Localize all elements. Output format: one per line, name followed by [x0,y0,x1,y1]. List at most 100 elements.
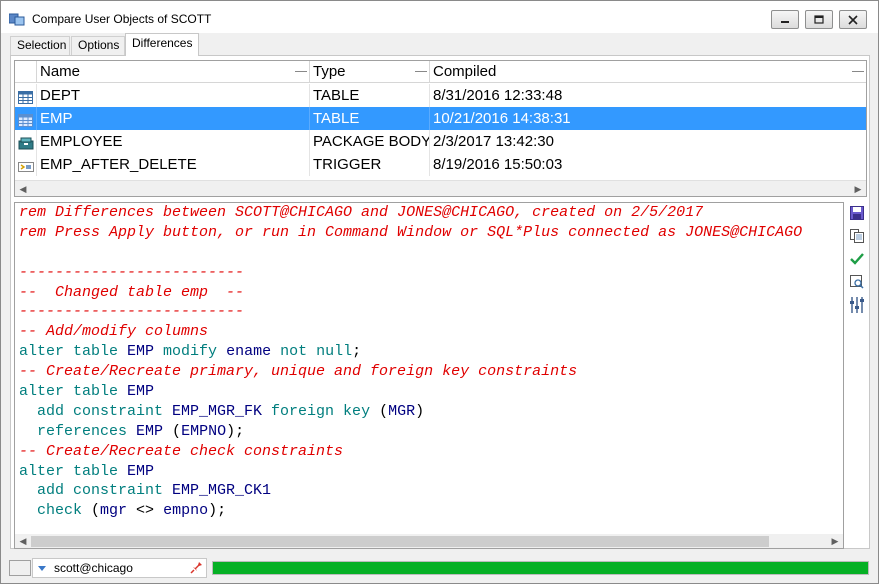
code-token: ------------------------- [19,263,245,281]
cell-compiled: 8/19/2016 15:50:03 [433,156,563,173]
scroll-left-icon[interactable]: ◀ [15,534,31,548]
code-line: -- Changed table emp -- [19,283,802,303]
scrollbar-thumb[interactable] [31,536,769,547]
column-header-compiled-label: Compiled [433,63,497,80]
column-header-type-label: Type [313,63,346,80]
code-token: EMP [127,343,155,361]
code-token: ------------------------- [19,303,245,321]
column-header-type[interactable]: Type [310,61,430,83]
connection-label: scott@chicago [54,561,133,575]
table-icon [18,88,34,104]
code-token: ; [352,343,362,361]
maximize-button[interactable] [805,10,833,29]
minimize-icon [780,15,790,25]
row-icon-cell [15,107,37,130]
row-icon-cell [15,84,37,107]
code-token: references [19,422,137,440]
code-token: alter table [19,343,128,361]
code-token: add constraint [19,402,173,420]
code-line: ------------------------- [19,302,802,322]
progress-bar [212,561,869,575]
code-token: EMP_MGR_FK [172,402,263,420]
code-token: alter table [19,383,128,401]
table-icon [18,111,34,127]
code-token: rem Differences between SCOTT@CHICAGO an… [19,204,704,221]
differences-panel: Name Type Compiled DEPT TABLE 8/31/2016 … [10,55,870,549]
settings-button[interactable] [847,296,867,316]
cell-compiled: 8/31/2016 12:33:48 [433,87,563,104]
save-button[interactable] [847,204,867,224]
connection-selector[interactable]: scott@chicago [32,558,207,578]
cell-compiled: 2/3/2017 13:42:30 [433,133,554,150]
tab-differences[interactable]: Differences [125,33,199,56]
copy-button[interactable] [847,227,867,247]
cell-name: EMP [37,107,310,130]
code-token: not null [271,343,353,361]
code-token: -- Create/Recreate primary, unique and f… [19,363,578,381]
grid-horizontal-scrollbar[interactable]: ◀ ▶ [15,180,866,196]
title-bar: Compare User Objects of SCOTT [1,1,878,33]
minimize-button[interactable] [771,10,799,29]
scroll-left-icon[interactable]: ◀ [15,181,31,196]
code-token: ( [163,422,182,440]
scroll-right-icon[interactable]: ▶ [827,534,843,548]
apply-button[interactable] [847,250,867,270]
column-resize-grip [852,71,864,72]
row-icon-cell [15,153,37,176]
editor-horizontal-scrollbar[interactable]: ◀ ▶ [15,534,843,548]
tab-strip: Selection Options Differences [10,33,870,56]
code-line: references EMP (EMPNO); [19,422,802,442]
tab-selection[interactable]: Selection [10,36,70,55]
code-token: mgr [100,502,128,520]
code-line: alter table EMP [19,382,802,402]
status-indicator-box [9,560,31,576]
scroll-right-icon[interactable]: ▶ [850,181,866,196]
code-token: ( [91,502,101,520]
code-token: EMP [127,383,155,401]
code-line: rem Differences between SCOTT@CHICAGO an… [19,203,802,223]
column-header-name[interactable]: Name [37,61,310,83]
table-row[interactable]: EMP_AFTER_DELETE TRIGGER 8/19/2016 15:50… [15,153,866,176]
code-token: check [19,502,92,520]
cell-compiled: 10/21/2016 14:38:31 [433,110,571,127]
code-token: EMP_MGR_CK1 [172,482,272,500]
find-button[interactable] [847,273,867,293]
code-line: -- Create/Recreate primary, unique and f… [19,362,802,382]
tab-options[interactable]: Options [71,36,125,55]
close-icon [848,14,858,25]
close-button[interactable] [839,10,867,29]
code-token: empno [163,502,209,520]
code-line: add constraint EMP_MGR_CK1 [19,481,802,501]
code-line: ------------------------- [19,263,802,283]
code-line: -- Create/Recreate check constraints [19,442,802,462]
code-token: MGR [388,402,416,420]
code-token: ( [379,402,389,420]
column-resize-grip [295,71,307,72]
trigger-icon [18,157,34,172]
find-icon [850,274,864,292]
sql-script-editor[interactable]: rem Differences between SCOTT@CHICAGO an… [14,202,844,549]
status-bar: scott@chicago [1,555,878,583]
table-row[interactable]: DEPT TABLE 8/31/2016 12:33:48 [15,84,866,107]
cell-type: TABLE [310,84,430,107]
row-icon-cell [15,130,37,153]
maximize-icon [814,14,824,25]
cell-name: EMPLOYEE [37,130,310,153]
column-header-compiled[interactable]: Compiled [430,61,866,83]
code-token: rem Press Apply button, or run in Comman… [19,223,803,241]
cell-type: TRIGGER [310,153,430,176]
code-line: check (mgr <> empno); [19,501,802,521]
chevron-down-icon[interactable] [38,566,46,571]
settings-sliders-icon [850,296,864,316]
code-token: modify [154,343,227,361]
code-token: -- Add/modify columns [19,323,209,341]
table-row[interactable]: EMPLOYEE PACKAGE BODY 2/3/2017 13:42:30 [15,130,866,153]
objects-grid: Name Type Compiled DEPT TABLE 8/31/2016 … [14,60,867,197]
table-row[interactable]: EMP TABLE 10/21/2016 14:38:31 [15,107,866,130]
code-token: -- Create/Recreate check constraints [19,442,344,460]
code-token: EMP [127,462,155,480]
code-token: -- Changed table emp -- [19,283,245,301]
grid-header: Name Type Compiled [15,61,866,83]
pin-icon[interactable] [190,561,203,577]
